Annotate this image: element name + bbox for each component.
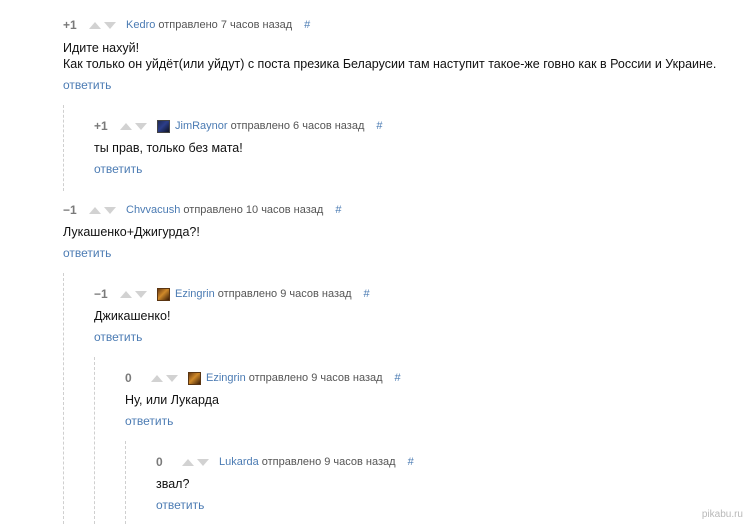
thread-line bbox=[125, 441, 126, 524]
username-link[interactable]: Ezingrin bbox=[175, 288, 215, 300]
timestamp: отправлено 9 часов назад bbox=[261, 456, 396, 468]
comment-text: Идите нахуй! Как только он уйдёт(или уйд… bbox=[63, 40, 716, 72]
comment-text: звал? bbox=[156, 476, 189, 492]
reply-link[interactable]: ответить bbox=[156, 498, 204, 512]
permalink[interactable]: # bbox=[364, 288, 370, 300]
permalink[interactable]: # bbox=[395, 372, 401, 384]
comment-header: +1 JimRaynor отправлено 6 часов назад # bbox=[94, 118, 383, 134]
vote-up-icon[interactable] bbox=[120, 122, 132, 130]
permalink[interactable]: # bbox=[335, 204, 341, 216]
username-link[interactable]: Lukarda bbox=[219, 456, 259, 468]
vote-up-icon[interactable] bbox=[182, 458, 194, 466]
comment-header: −1 Ezingrin отправлено 9 часов назад # bbox=[94, 286, 370, 302]
vote-up-icon[interactable] bbox=[89, 206, 101, 214]
thread-line bbox=[63, 273, 64, 524]
avatar[interactable] bbox=[157, 287, 170, 301]
rating: +1 bbox=[63, 18, 77, 32]
comment-text: ты прав, только без мата! bbox=[94, 140, 243, 156]
permalink[interactable]: # bbox=[408, 456, 414, 468]
vote-down-icon[interactable] bbox=[135, 122, 147, 130]
timestamp: отправлено 6 часов назад bbox=[230, 120, 365, 132]
vote-down-icon[interactable] bbox=[104, 21, 116, 29]
reply-link[interactable]: ответить bbox=[63, 246, 111, 260]
comment-header: +1 Kedro отправлено 7 часов назад # bbox=[63, 17, 310, 33]
timestamp: отправлено 10 часов назад bbox=[183, 204, 324, 216]
rating: +1 bbox=[94, 119, 108, 133]
comment-line: Джикашенко! bbox=[94, 309, 171, 323]
permalink[interactable]: # bbox=[376, 120, 382, 132]
comment-line: Лукашенко+Джигурда?! bbox=[63, 225, 200, 239]
reply-link[interactable]: ответить bbox=[94, 162, 142, 176]
watermark: pikabu.ru bbox=[701, 509, 743, 520]
comment-line: звал? bbox=[156, 477, 190, 491]
comment-line: Ну, или Лукарда bbox=[125, 393, 219, 407]
username-link[interactable]: Ezingrin bbox=[206, 372, 246, 384]
reply-link[interactable]: ответить bbox=[94, 330, 142, 344]
comment-line: Идите нахуй! bbox=[63, 41, 140, 55]
vote-up-icon[interactable] bbox=[89, 21, 101, 29]
vote-down-icon[interactable] bbox=[104, 206, 116, 214]
comment-text: Лукашенко+Джигурда?! bbox=[63, 224, 200, 240]
timestamp: отправлено 9 часов назад bbox=[217, 288, 352, 300]
avatar[interactable] bbox=[188, 371, 201, 385]
rating: 0 bbox=[156, 455, 163, 469]
vote-down-icon[interactable] bbox=[166, 374, 178, 382]
avatar[interactable] bbox=[157, 119, 170, 133]
comment-text: Джикашенко! bbox=[94, 308, 170, 324]
rating: −1 bbox=[94, 287, 108, 301]
vote-up-icon[interactable] bbox=[120, 290, 132, 298]
rating: −1 bbox=[63, 203, 77, 217]
username-link[interactable]: Chvvacush bbox=[126, 204, 180, 216]
rating: 0 bbox=[125, 371, 132, 385]
thread-line bbox=[94, 357, 95, 524]
thread-line bbox=[63, 105, 64, 191]
timestamp: отправлено 9 часов назад bbox=[248, 372, 383, 384]
comment-header: −1 Chvvacush отправлено 10 часов назад # bbox=[63, 202, 341, 218]
username-link[interactable]: Kedro bbox=[126, 19, 155, 31]
comment-text: Ну, или Лукарда bbox=[125, 392, 219, 408]
comment-header: 0 Ezingrin отправлено 9 часов назад # bbox=[125, 370, 401, 386]
comment-header: 0 Lukarda отправлено 9 часов назад # bbox=[156, 454, 414, 470]
vote-up-icon[interactable] bbox=[151, 374, 163, 382]
comment-line: ты прав, только без мата! bbox=[94, 141, 243, 155]
permalink[interactable]: # bbox=[304, 19, 310, 31]
vote-down-icon[interactable] bbox=[197, 458, 209, 466]
username-link[interactable]: JimRaynor bbox=[175, 120, 228, 132]
comment-line: Как только он уйдёт(или уйдут) с поста п… bbox=[63, 57, 717, 71]
reply-link[interactable]: ответить bbox=[63, 78, 111, 92]
reply-link[interactable]: ответить bbox=[125, 414, 173, 428]
timestamp: отправлено 7 часов назад bbox=[158, 19, 293, 31]
vote-down-icon[interactable] bbox=[135, 290, 147, 298]
